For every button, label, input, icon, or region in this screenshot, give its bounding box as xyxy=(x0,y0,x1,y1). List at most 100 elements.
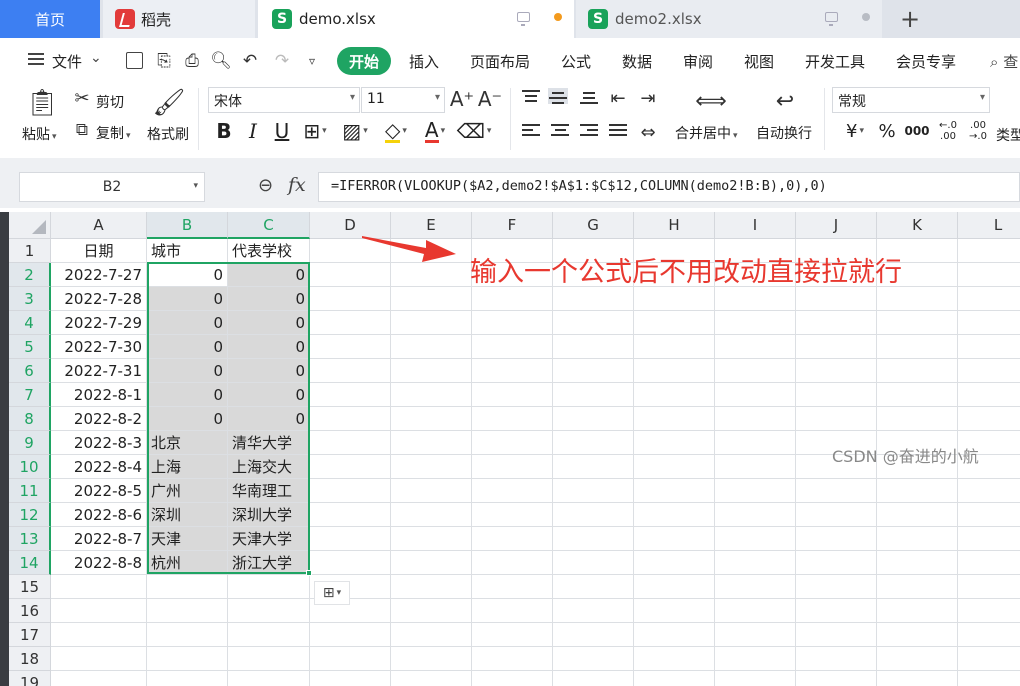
table-cell[interactable]: 天津大学 xyxy=(228,527,310,551)
align-middle-icon[interactable] xyxy=(548,88,568,104)
type-convert-button[interactable]: 类型 xyxy=(996,125,1020,145)
print-icon[interactable]: ⎙ xyxy=(182,51,202,71)
align-bottom-icon[interactable] xyxy=(580,92,600,108)
menu-tab-review[interactable]: 审阅 xyxy=(683,51,713,72)
table-cell[interactable] xyxy=(958,407,1020,431)
table-cell[interactable] xyxy=(877,311,958,335)
table-cell[interactable] xyxy=(472,599,553,623)
column-header-g[interactable]: G xyxy=(553,212,634,239)
table-cell[interactable] xyxy=(634,455,715,479)
row-header[interactable]: 12 xyxy=(9,503,51,527)
italic-button[interactable]: I xyxy=(242,118,264,144)
row-header[interactable]: 15 xyxy=(9,575,51,599)
table-cell[interactable]: 浙江大学 xyxy=(228,551,310,575)
row-header[interactable]: 1 xyxy=(9,239,51,263)
cut-button[interactable]: 剪切 xyxy=(96,92,124,112)
table-cell[interactable] xyxy=(715,359,796,383)
table-cell[interactable]: 0 xyxy=(147,335,228,359)
currency-button[interactable]: ¥ ▾ xyxy=(838,118,872,144)
table-cell[interactable] xyxy=(958,671,1020,686)
fill-color-button[interactable]: ◇ ▾ xyxy=(378,118,414,144)
table-cell[interactable] xyxy=(877,599,958,623)
copy-icon[interactable]: ⧉ xyxy=(72,120,92,140)
table-cell[interactable] xyxy=(147,647,228,671)
table-cell[interactable] xyxy=(958,263,1020,287)
table-cell[interactable] xyxy=(796,335,877,359)
table-cell[interactable]: 代表学校 xyxy=(228,239,310,263)
window-icon[interactable] xyxy=(825,12,838,26)
table-cell[interactable] xyxy=(553,311,634,335)
table-cell[interactable] xyxy=(51,575,147,599)
table-cell[interactable] xyxy=(877,383,958,407)
name-box[interactable]: B2 ▾ xyxy=(19,172,205,202)
table-cell[interactable] xyxy=(958,287,1020,311)
table-cell[interactable] xyxy=(472,671,553,686)
row-header[interactable]: 17 xyxy=(9,623,51,647)
menu-tab-data[interactable]: 数据 xyxy=(622,51,652,72)
row-header[interactable]: 11 xyxy=(9,479,51,503)
table-cell[interactable]: 2022-7-28 xyxy=(51,287,147,311)
font-size-select[interactable]: 11 ▾ xyxy=(361,87,445,113)
table-cell[interactable]: 0 xyxy=(147,407,228,431)
row-header[interactable]: 19 xyxy=(9,671,51,686)
table-cell[interactable] xyxy=(796,287,877,311)
table-cell[interactable] xyxy=(391,527,472,551)
table-cell[interactable] xyxy=(391,479,472,503)
table-cell[interactable] xyxy=(796,503,877,527)
table-cell[interactable] xyxy=(553,623,634,647)
table-cell[interactable] xyxy=(715,599,796,623)
copy-button[interactable]: 复制 ▾ xyxy=(96,123,131,143)
table-cell[interactable]: 2022-7-29 xyxy=(51,311,147,335)
table-cell[interactable] xyxy=(472,527,553,551)
table-cell[interactable] xyxy=(634,551,715,575)
cell-style-button[interactable]: ▨ ▾ xyxy=(338,118,372,144)
table-cell[interactable] xyxy=(310,335,391,359)
save-icon[interactable] xyxy=(126,52,143,69)
table-cell[interactable] xyxy=(391,551,472,575)
window-icon[interactable] xyxy=(517,12,530,26)
increase-decimal-button[interactable]: ←.0.00 xyxy=(934,118,962,144)
table-cell[interactable]: 2022-7-27 xyxy=(51,263,147,287)
undo-icon[interactable]: ↶ xyxy=(240,51,260,71)
table-cell[interactable] xyxy=(391,503,472,527)
column-header-c[interactable]: C xyxy=(228,212,310,239)
table-cell[interactable]: 清华大学 xyxy=(228,431,310,455)
format-painter-icon[interactable]: 🖌︎ xyxy=(153,86,186,120)
row-header[interactable]: 2 xyxy=(9,263,51,287)
distribute-icon[interactable]: ⇔ xyxy=(636,120,660,144)
table-cell[interactable] xyxy=(877,287,958,311)
table-cell[interactable] xyxy=(634,383,715,407)
table-cell[interactable] xyxy=(310,455,391,479)
table-cell[interactable] xyxy=(715,575,796,599)
table-cell[interactable] xyxy=(310,359,391,383)
font-color-button[interactable]: A ▾ xyxy=(418,118,452,144)
table-cell[interactable] xyxy=(958,551,1020,575)
row-header[interactable]: 16 xyxy=(9,599,51,623)
table-cell[interactable] xyxy=(147,623,228,647)
table-cell[interactable] xyxy=(391,431,472,455)
row-header[interactable]: 4 xyxy=(9,311,51,335)
table-cell[interactable]: 0 xyxy=(147,359,228,383)
table-cell[interactable] xyxy=(958,479,1020,503)
chevron-down-icon[interactable]: ⌄ xyxy=(90,50,102,66)
table-cell[interactable] xyxy=(391,359,472,383)
table-cell[interactable] xyxy=(147,599,228,623)
menu-tab-member[interactable]: 会员专享 xyxy=(896,51,956,72)
row-header[interactable]: 5 xyxy=(9,335,51,359)
table-cell[interactable] xyxy=(391,383,472,407)
table-cell[interactable] xyxy=(553,503,634,527)
menu-tab-view[interactable]: 视图 xyxy=(744,51,774,72)
table-cell[interactable] xyxy=(391,335,472,359)
table-cell[interactable]: 2022-8-5 xyxy=(51,479,147,503)
tab-demo2-xlsx[interactable]: S demo2.xlsx xyxy=(576,0,882,38)
table-cell[interactable] xyxy=(958,383,1020,407)
decrease-indent-icon[interactable]: ⇤ xyxy=(606,86,630,110)
table-cell[interactable]: 0 xyxy=(147,383,228,407)
increase-indent-icon[interactable]: ⇥ xyxy=(636,86,660,110)
table-cell[interactable]: 2022-7-31 xyxy=(51,359,147,383)
table-cell[interactable] xyxy=(391,455,472,479)
table-cell[interactable] xyxy=(715,431,796,455)
select-all-corner[interactable] xyxy=(9,212,51,239)
table-cell[interactable] xyxy=(958,335,1020,359)
justify-icon[interactable] xyxy=(609,124,629,140)
